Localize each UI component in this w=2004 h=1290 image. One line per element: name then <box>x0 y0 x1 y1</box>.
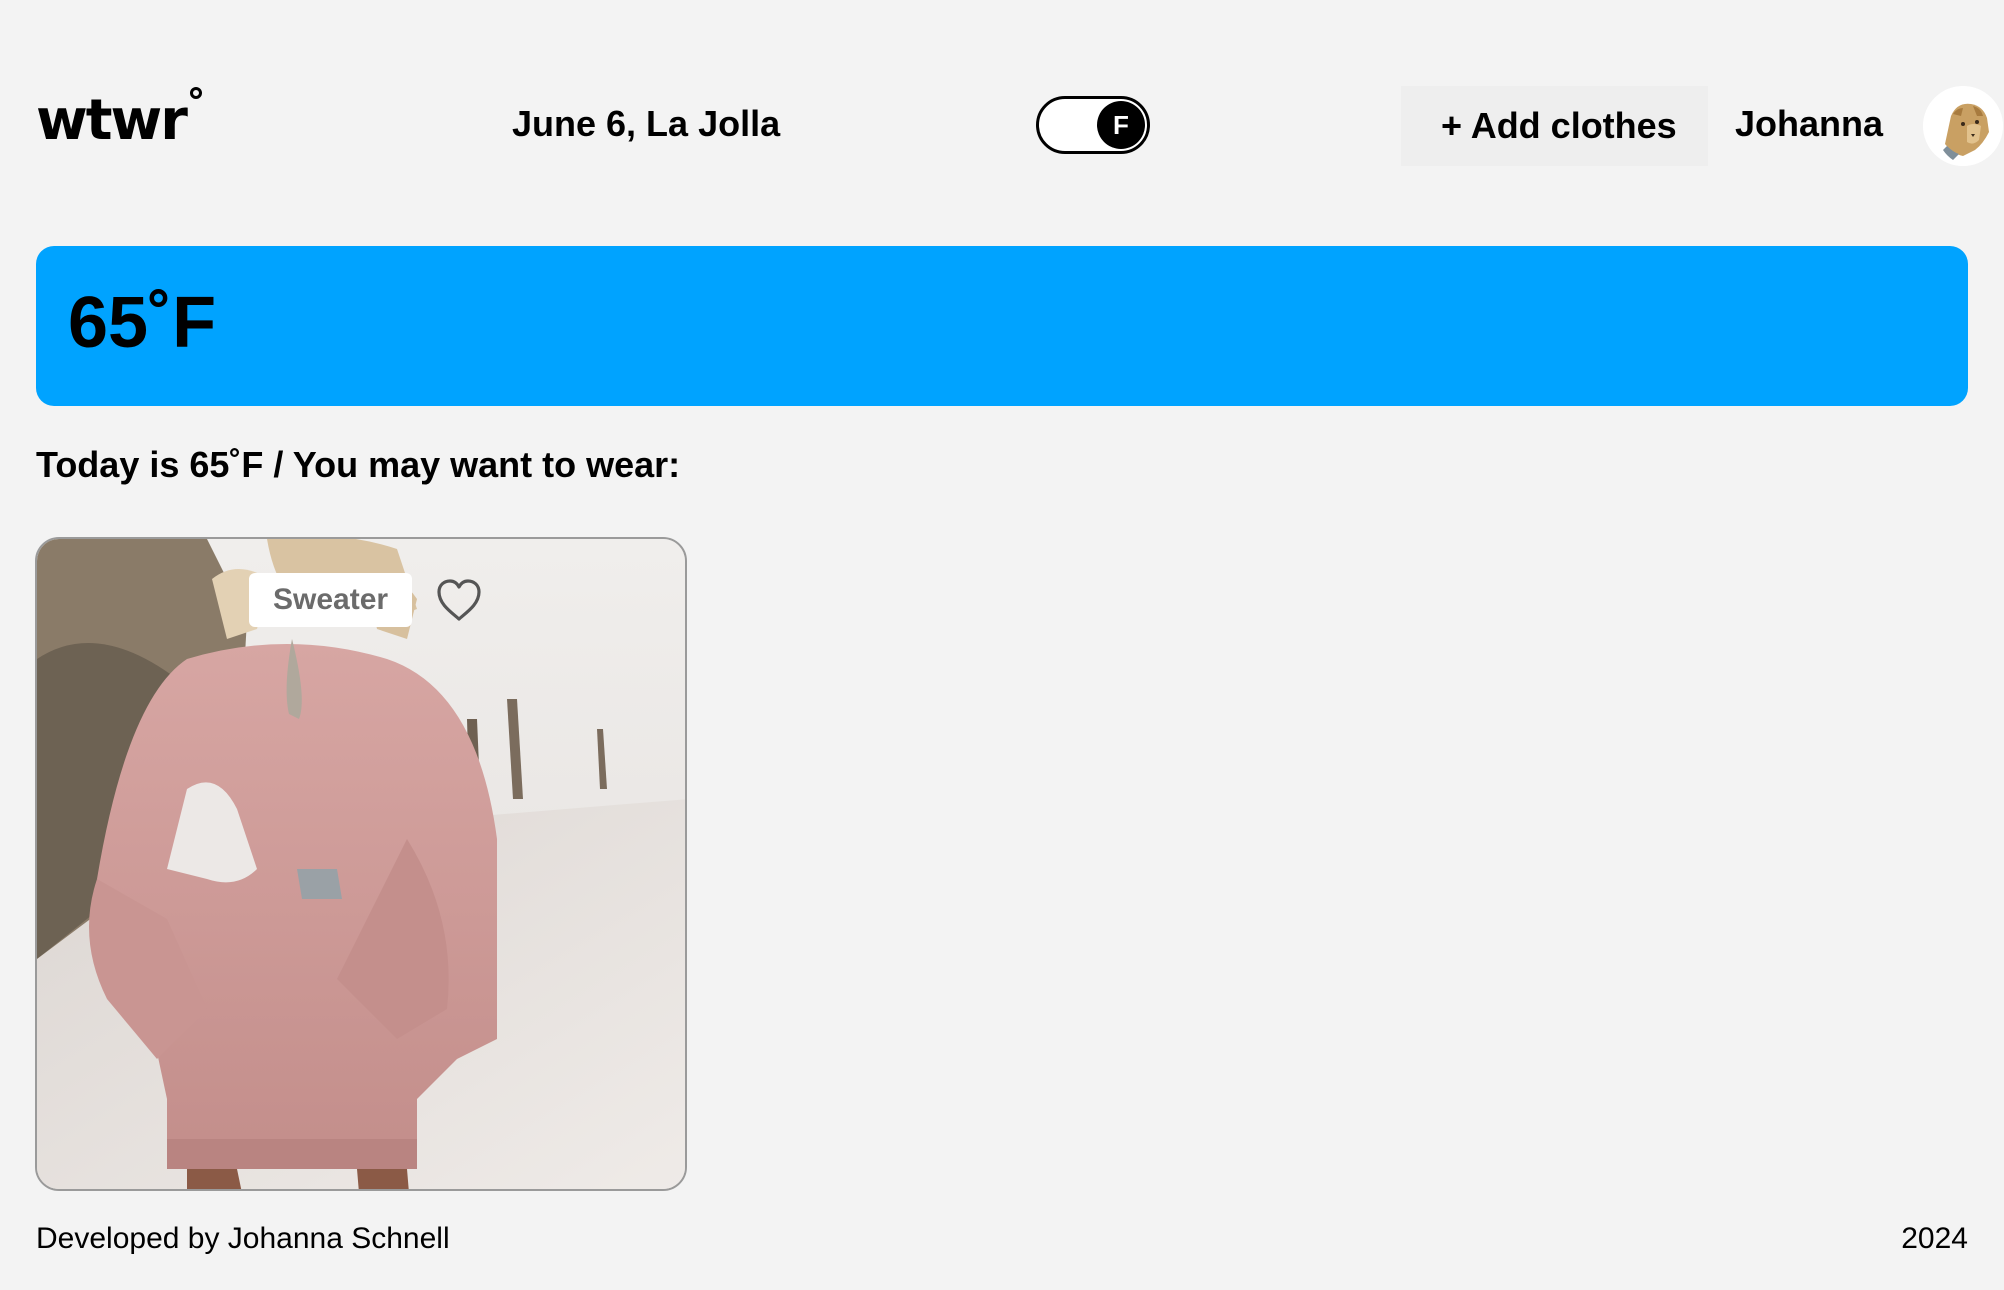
add-clothes-label: + Add clothes <box>1441 105 1677 146</box>
add-clothes-button[interactable]: + Add clothes <box>1401 86 1708 166</box>
item-card[interactable]: Sweater <box>35 537 687 1191</box>
footer-year: 2024 <box>1901 1222 1968 1255</box>
weather-card: 65˚F <box>36 246 1968 406</box>
logo-degree-mark <box>189 87 202 99</box>
toggle-knob: F <box>1097 101 1145 149</box>
item-label: Sweater <box>249 573 413 627</box>
lion-avatar-icon <box>1923 86 2003 166</box>
weather-temperature: 65˚F <box>68 283 217 363</box>
heart-outline-icon[interactable] <box>435 577 483 623</box>
date-location: June 6, La Jolla <box>512 103 781 144</box>
logo-text: wtwr <box>36 88 188 153</box>
item-photo <box>37 539 685 1189</box>
footer-credit: Developed by Johanna Schnell <box>36 1222 450 1255</box>
avatar[interactable] <box>1923 86 2003 166</box>
logo[interactable]: wtwr <box>36 87 202 149</box>
clothing-suggestion-heading: Today is 65˚F / You may want to wear: <box>36 444 681 485</box>
temperature-unit-toggle[interactable]: F <box>1036 96 1150 154</box>
username[interactable]: Johanna <box>1713 84 1883 164</box>
header: wtwr June 6, La Jolla F + Add clothes Jo… <box>36 84 2003 166</box>
page: wtwr June 6, La Jolla F + Add clothes Jo… <box>0 0 2004 1290</box>
